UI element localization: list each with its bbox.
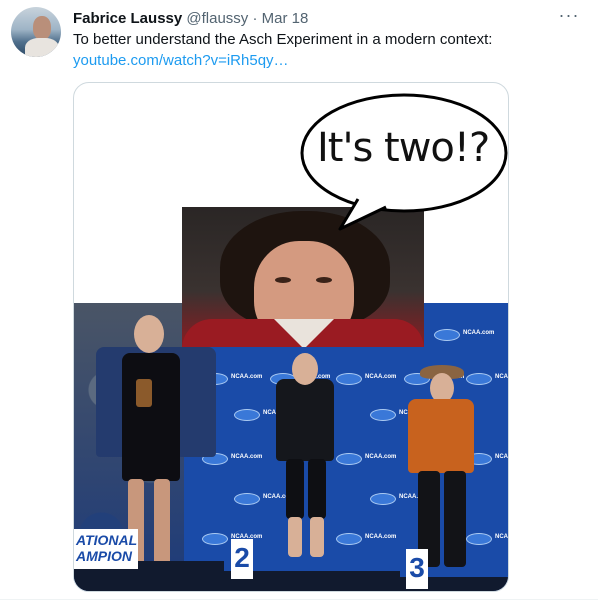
sponsor-logo: NCAA.com	[336, 373, 396, 385]
tweet-header: Fabrice Laussy @flaussy · Mar 18	[73, 9, 308, 29]
sponsor-logo: NCAA.com	[434, 329, 494, 341]
sponsor-logo: NCAA.com	[370, 409, 430, 421]
tweet-date[interactable]: Mar 18	[262, 10, 309, 27]
eye	[275, 277, 291, 283]
sponsor-logo: NCAA.com	[234, 493, 294, 505]
separator-dot: ·	[252, 10, 258, 27]
meme-image: NCAA.com NCAA.com NCAA.com NCAA.com NCAA…	[74, 83, 508, 591]
leg	[308, 459, 326, 519]
speech-bubble-text: It's two!?	[317, 125, 490, 171]
sponsor-logo: NCAA.com	[234, 409, 294, 421]
podium-number-third: 3	[406, 549, 428, 589]
head	[134, 315, 164, 353]
orange-jacket	[408, 399, 474, 473]
podium-number-second: 2	[231, 539, 253, 579]
avatar-head	[33, 16, 51, 40]
tweet-media-image[interactable]: NCAA.com NCAA.com NCAA.com NCAA.com NCAA…	[73, 82, 509, 592]
leg	[286, 459, 304, 519]
leg	[154, 479, 170, 565]
tweet-link[interactable]: youtube.com/watch?v=iRh5qy…	[73, 51, 289, 71]
leg	[288, 517, 302, 557]
sponsor-logo: NCAA.com	[466, 373, 508, 385]
tweet-text: To better understand the Asch Experiment…	[73, 31, 493, 48]
avatar[interactable]	[11, 7, 61, 57]
author-handle[interactable]: @flaussy	[186, 10, 248, 27]
sponsor-logo: NCAA.com	[336, 453, 396, 465]
sponsor-logo: NCAA.com	[370, 493, 430, 505]
leg	[310, 517, 324, 557]
sponsor-logo: NCAA.com	[336, 533, 396, 545]
leg	[444, 471, 466, 567]
hoodie	[276, 379, 334, 461]
head	[292, 353, 318, 385]
sponsor-logo: NCAA.com	[466, 533, 508, 545]
more-horizontal-icon[interactable]: ···	[556, 6, 582, 28]
sponsor-logo: NCAA.com	[202, 533, 262, 545]
eye	[316, 277, 332, 283]
banner-line-2: AMPION	[76, 548, 132, 564]
championship-banner: ATIONAL AMPION	[74, 529, 138, 569]
tweet[interactable]: Fabrice Laussy @flaussy · Mar 18 ··· To …	[0, 0, 598, 600]
avatar-body	[25, 38, 59, 57]
banner-line-1: ATIONAL	[76, 532, 138, 548]
author-name[interactable]: Fabrice Laussy	[73, 10, 182, 27]
swimsuit	[122, 353, 180, 481]
trophy	[136, 379, 152, 407]
